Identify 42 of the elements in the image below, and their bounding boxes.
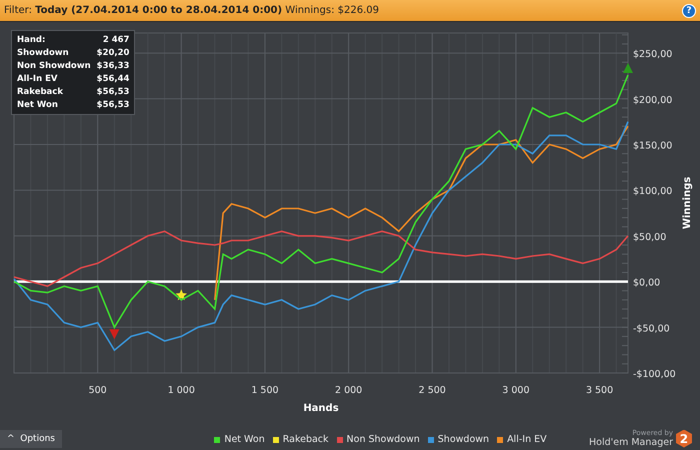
- x-tick-label: 500: [88, 385, 107, 396]
- x-tick-label: 2 500: [418, 385, 446, 396]
- stat-value: $56,53: [96, 99, 130, 111]
- x-tick-label: 1 500: [251, 385, 279, 396]
- y-tick-label: $250,00: [633, 49, 672, 60]
- y-tick-label: -$50,00: [633, 323, 670, 334]
- stat-label: Non Showdown: [17, 60, 91, 72]
- legend-label: Rakeback: [282, 434, 329, 445]
- legend-label: Non Showdown: [346, 434, 420, 445]
- x-axis-label: Hands: [303, 403, 339, 414]
- stat-value: $56,44: [96, 73, 130, 85]
- x-tick-label: 3 500: [586, 385, 614, 396]
- filter-text: Filter: Today (27.04.2014 0:00 to 28.04.2014 0:00) Winnings: $226.09: [4, 5, 379, 16]
- stat-value: $36,33: [96, 60, 130, 72]
- x-tick-label: 1 000: [168, 385, 195, 396]
- stat-value: $20,20: [96, 47, 130, 59]
- legend-label: All-In EV: [507, 434, 547, 445]
- legend-label: Showdown: [438, 434, 490, 445]
- stat-value: $56,53: [96, 86, 130, 98]
- y-tick-label: $50,00: [633, 232, 666, 243]
- y-tick-label: $100,00: [633, 186, 672, 198]
- options-button[interactable]: ^ Options: [0, 430, 62, 448]
- low-marker-icon: [109, 329, 120, 340]
- y-tick-label: $150,00: [633, 140, 672, 152]
- y-tick-label: $200,00: [633, 94, 672, 106]
- x-tick-label: 3 000: [502, 385, 530, 396]
- stat-label: Hand:: [17, 34, 46, 46]
- legend-label: Net Won: [224, 434, 265, 445]
- stat-label: Net Won: [17, 99, 59, 111]
- stat-label: Showdown: [17, 47, 70, 59]
- stat-value: 2 467: [102, 34, 130, 46]
- stat-label: Rakeback: [17, 86, 64, 98]
- help-button[interactable]: ?: [682, 4, 696, 18]
- stat-label: All-In EV: [17, 73, 58, 85]
- brand-name: Hold'em Manager: [588, 437, 673, 448]
- high-marker-icon: [623, 63, 633, 74]
- brand-logo: 2: [676, 430, 692, 448]
- x-tick-label: 2 000: [335, 385, 362, 396]
- y-tick-label: -$100,00: [633, 369, 676, 380]
- y-axis-label: Winnings: [682, 176, 693, 230]
- star-icon: [176, 289, 187, 300]
- y-tick-label: $0,00: [633, 278, 660, 289]
